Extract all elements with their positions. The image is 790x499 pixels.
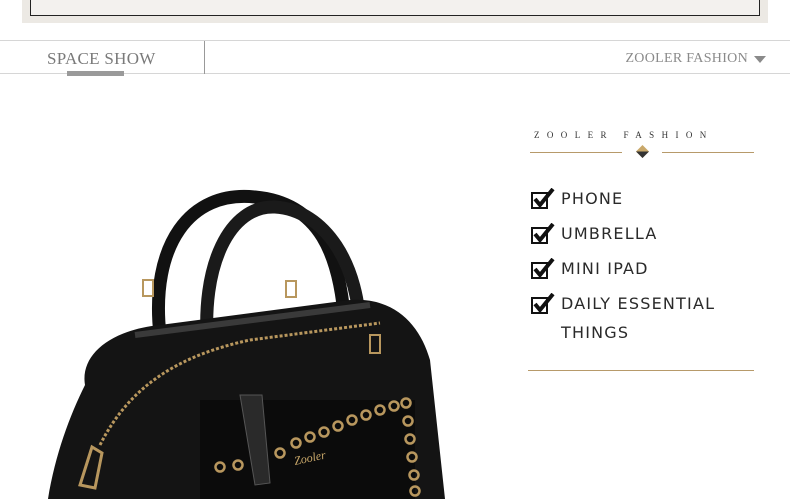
tab-bar: SPACE SHOW ZOOLER FASHION xyxy=(0,40,790,76)
tab-space-show[interactable]: SPACE SHOW xyxy=(0,41,205,76)
bag-ring-right xyxy=(285,280,297,298)
rule-right xyxy=(662,152,754,153)
feature-item: UMBRELLA xyxy=(528,219,754,248)
checkbox-checked-icon xyxy=(531,223,555,244)
checkbox-checked-icon xyxy=(531,293,555,314)
chevron-down-icon xyxy=(754,55,766,63)
panel-bottom-rule xyxy=(528,370,754,371)
product-handbag-image: Zooler xyxy=(48,189,445,499)
feature-label: MINI IPAD xyxy=(561,259,649,278)
tab-space-show-label: SPACE SHOW xyxy=(47,49,156,68)
panel-brand: ZOOLER FASHION xyxy=(534,130,714,140)
feature-item: MINI IPAD xyxy=(528,254,754,283)
panel-rule xyxy=(528,144,754,164)
rule-left xyxy=(530,152,622,153)
active-tab-indicator xyxy=(67,71,124,76)
feature-label: DAILY ESSENTIAL THINGS xyxy=(561,294,716,342)
brand-dropdown-label: ZOOLER FASHION xyxy=(625,51,748,66)
bag-ring-left xyxy=(142,279,154,297)
feature-list: PHONE UMBRELLA MINI IPAD DAILY ESSENTIAL… xyxy=(528,184,754,347)
feature-item: PHONE xyxy=(528,184,754,213)
checkbox-checked-icon xyxy=(531,258,555,279)
feature-item: DAILY ESSENTIAL THINGS xyxy=(528,289,754,347)
brand-dropdown[interactable]: ZOOLER FASHION xyxy=(625,51,766,67)
feature-label: UMBRELLA xyxy=(561,224,658,243)
diamond-icon xyxy=(636,145,649,158)
feature-label: PHONE xyxy=(561,189,624,208)
top-frame-inner xyxy=(30,0,760,16)
top-frame xyxy=(22,0,768,23)
checkbox-checked-icon xyxy=(531,188,555,209)
feature-panel: ZOOLER FASHION PHONE UMBRELLA MINI IPAD … xyxy=(528,130,754,353)
